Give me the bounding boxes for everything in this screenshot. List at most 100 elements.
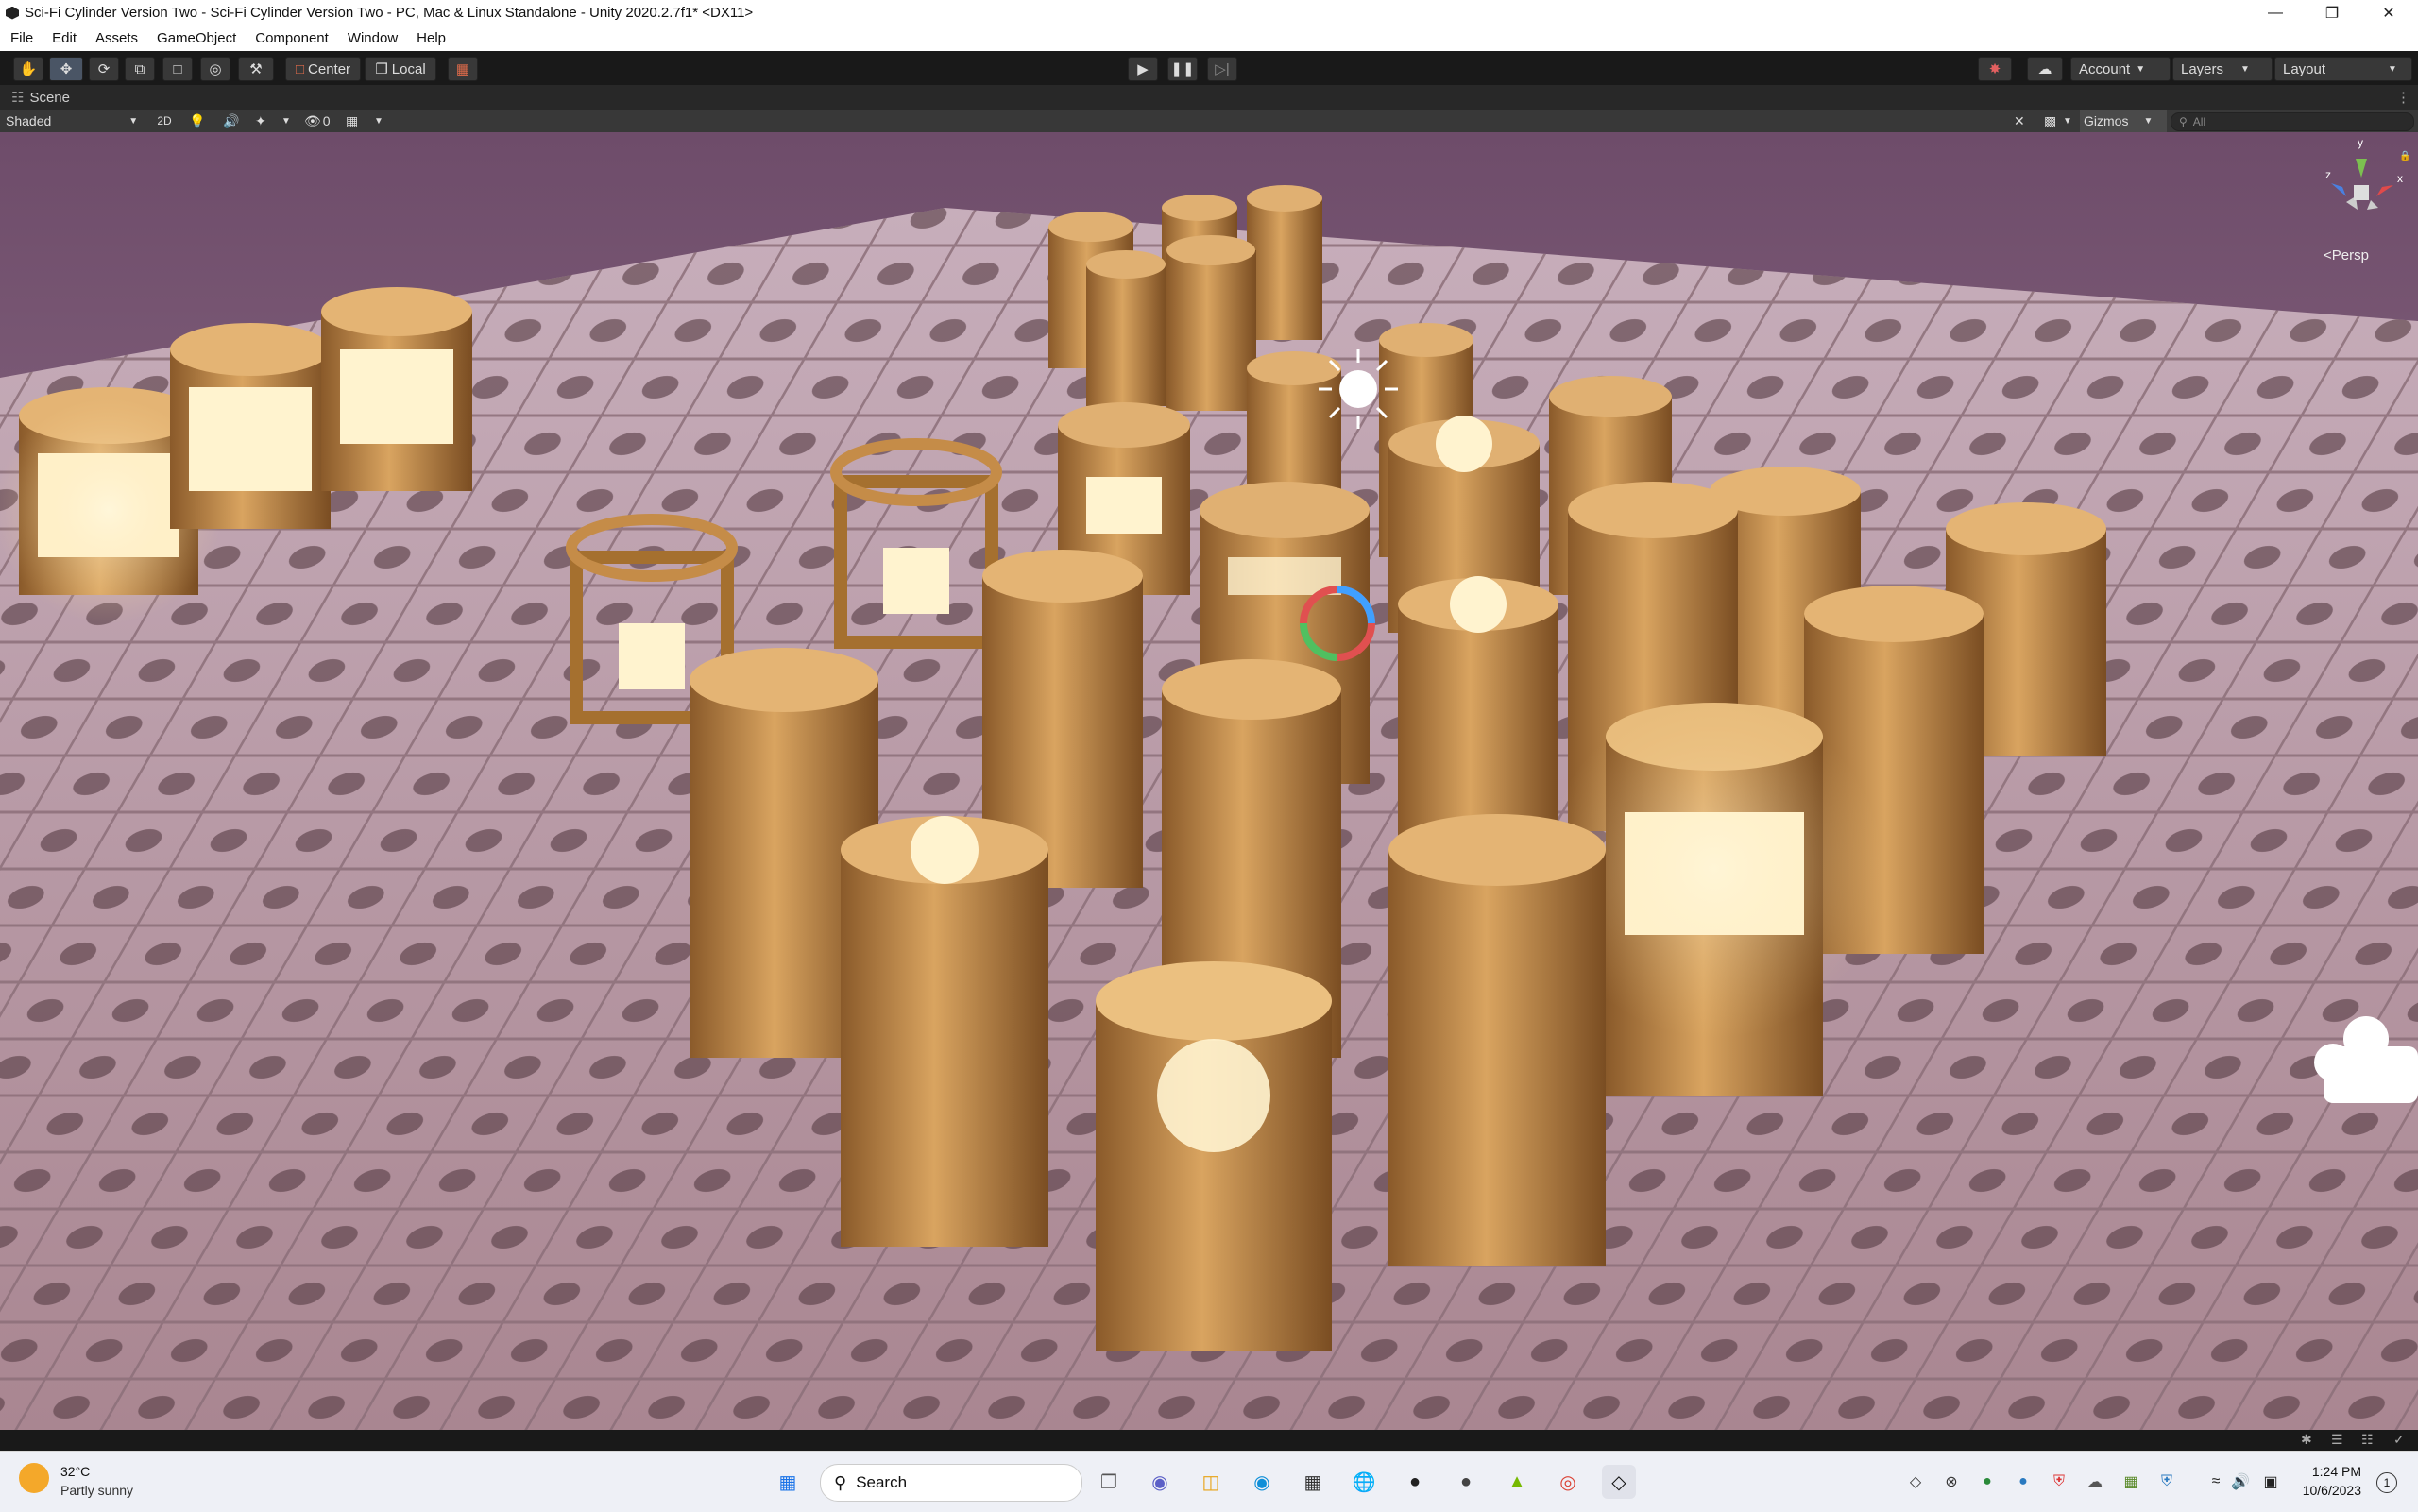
menu-bar: File Edit Assets GameObject Component Wi… [0,25,2418,51]
chevron-down-icon: ▼ [2240,63,2250,75]
grid-toggle-icon[interactable]: ▦ [346,110,358,132]
effects-toggle-icon[interactable]: ✦ [255,110,266,132]
tray-cloud-icon[interactable]: ☁ [2078,1465,2112,1499]
tray-app-icon[interactable]: ▦ [2114,1465,2148,1499]
tray-shield-icon[interactable]: ⛨ [2042,1465,2076,1499]
menu-help[interactable]: Help [417,30,446,46]
grid-snap-icon[interactable]: ▦ [448,57,478,81]
xbox-icon[interactable]: ⊗ [1934,1465,1968,1499]
axis-z-label: z [2325,168,2331,181]
directional-light-gizmo[interactable] [1319,349,1398,429]
chevron-down-icon: ▼ [128,115,139,127]
notification-count: 1 [2383,1476,2391,1489]
weather-temp: 32°C [60,1464,91,1479]
notification-badge[interactable]: 1 [2376,1472,2397,1493]
clock-date[interactable]: 10/6/2023 [2291,1483,2361,1498]
layers-label: Layers [2181,60,2224,77]
space-local-button[interactable]: ❒ Local [365,57,436,81]
shading-mode-dropdown[interactable]: Shaded ▼ [6,110,138,132]
toggle-2d-button[interactable]: 2D [151,110,178,132]
minimize-button[interactable]: — [2248,0,2303,25]
dark-app-icon[interactable]: ● [1449,1465,1483,1499]
menu-gameobject[interactable]: GameObject [157,30,236,46]
tray-blue-icon[interactable]: ● [2006,1465,2040,1499]
clock-time[interactable]: 1:24 PM [2291,1464,2361,1479]
kebab-menu-icon[interactable]: ⋮ [2396,89,2410,106]
scale-tool-icon[interactable]: ⧉ [125,57,155,81]
tray-green-icon[interactable]: ● [1970,1465,2004,1499]
collab-icon[interactable]: ✸ [1978,57,2012,81]
store-icon[interactable]: ▦ [1296,1465,1330,1499]
cloud-icon[interactable]: ☁ [2027,57,2063,81]
transform-tool-icon[interactable]: ◎ [200,57,230,81]
close-button[interactable]: ✕ [2361,0,2416,25]
task-view-icon[interactable]: ❐ [1092,1465,1126,1499]
pivot-icon: □ [295,60,305,77]
play-button[interactable]: ▶ [1128,57,1158,81]
hidden-objects-toggle[interactable]: 👁 0 [304,110,331,132]
weather-desc: Partly sunny [60,1483,134,1498]
volume-icon[interactable]: 🔊 [2223,1465,2257,1499]
gizmos-label: Gizmos [2084,113,2129,128]
pause-button[interactable]: ❚❚ [1167,57,1198,81]
alien-app-icon[interactable]: ● [1398,1465,1432,1499]
unity-taskbar-icon[interactable]: ◇ [1602,1465,1636,1499]
layers-dropdown[interactable]: Layers ▼ [2172,57,2273,81]
edge-browser-icon[interactable]: ◉ [1245,1465,1279,1499]
move-tool-icon[interactable]: ✥ [49,57,83,81]
axis-y-label: y [2358,136,2363,149]
windows-start-icon[interactable]: ▦ [771,1465,805,1499]
windows-taskbar: 32°C Partly sunny ▦ ⚲ Search ❐ ◉ ◫ ◉ ▦ 🌐… [0,1451,2418,1512]
menu-window[interactable]: Window [348,30,398,46]
lighting-toggle-icon[interactable]: 💡 [189,110,205,132]
orientation-gizmo[interactable]: y x z <Persp 🔒 [2314,136,2410,263]
debug-icon[interactable]: ✱ [2301,1432,2312,1448]
gizmos-dropdown[interactable]: Gizmos ▼ [2080,110,2167,132]
search-icon: ⚲ [2179,115,2188,128]
hidden-count: 0 [322,113,331,128]
custom-tool-icon[interactable]: ⚒ [238,57,274,81]
chrome-icon[interactable]: ◎ [1551,1465,1585,1499]
menu-file[interactable]: File [10,30,33,46]
window-title: Sci-Fi Cylinder Version Two - Sci-Fi Cyl… [25,5,754,21]
axis-x-label: x [2397,172,2403,185]
tray-unity-icon[interactable]: ◇ [1899,1465,1933,1499]
hand-tool-icon[interactable]: ✋ [13,57,43,81]
layout-dropdown[interactable]: Layout ▼ [2274,57,2412,81]
check-icon[interactable]: ✓ [2393,1432,2405,1448]
chevron-down-icon[interactable]: ▼ [2063,110,2072,132]
tray-defender-icon[interactable]: ⛨ [2150,1465,2184,1499]
chevron-down-icon[interactable]: ▼ [281,110,291,132]
battery-icon[interactable]: ▣ [2254,1465,2288,1499]
lock-icon[interactable]: 🔒 [2399,151,2410,161]
globe-app-icon[interactable]: 🌐 [1347,1465,1381,1499]
camera-icon[interactable]: ▩ [2044,110,2056,132]
menu-component[interactable]: Component [255,30,329,46]
restore-button[interactable]: ❐ [2305,0,2359,25]
projection-toggle[interactable]: <Persp [2324,247,2369,263]
tools-icon[interactable]: ✕ [2014,110,2025,132]
file-explorer-icon[interactable]: ◫ [1194,1465,1228,1499]
account-dropdown[interactable]: Account ▼ [2070,57,2171,81]
nvidia-icon[interactable]: ▲ [1500,1465,1534,1499]
chevron-down-icon[interactable]: ▼ [374,110,383,132]
menu-edit[interactable]: Edit [52,30,77,46]
step-button[interactable]: ▷| [1207,57,1237,81]
scene-viewport[interactable]: y x z <Persp 🔒 [0,132,2418,1430]
main-toolbar: ✋ ✥ ⟳ ⧉ □ ◎ ⚒ □ Center ❒ Local ▦ ▶ ❚❚ ▷|… [0,51,2418,86]
menu-assets[interactable]: Assets [95,30,138,46]
scene-tab[interactable]: ☷ Scene ⋮ [0,85,2418,110]
space-label: Local [391,60,426,77]
rotate-tool-icon[interactable]: ⟳ [89,57,119,81]
shading-mode-label: Shaded [6,113,52,128]
rect-tool-icon[interactable]: □ [162,57,193,81]
title-bar: Sci-Fi Cylinder Version Two - Sci-Fi Cyl… [0,0,2418,25]
taskbar-search[interactable]: ⚲ Search [820,1464,1082,1502]
audio-toggle-icon[interactable]: 🔊 [223,110,239,132]
pivot-center-button[interactable]: □ Center [285,57,361,81]
layers-status-icon[interactable]: ☰ [2331,1432,2343,1448]
scene-search-field[interactable]: ⚲ All [2171,112,2414,131]
cache-icon[interactable]: ☷ [2361,1432,2374,1448]
weather-icon[interactable] [19,1463,49,1493]
teams-chat-icon[interactable]: ◉ [1143,1465,1177,1499]
